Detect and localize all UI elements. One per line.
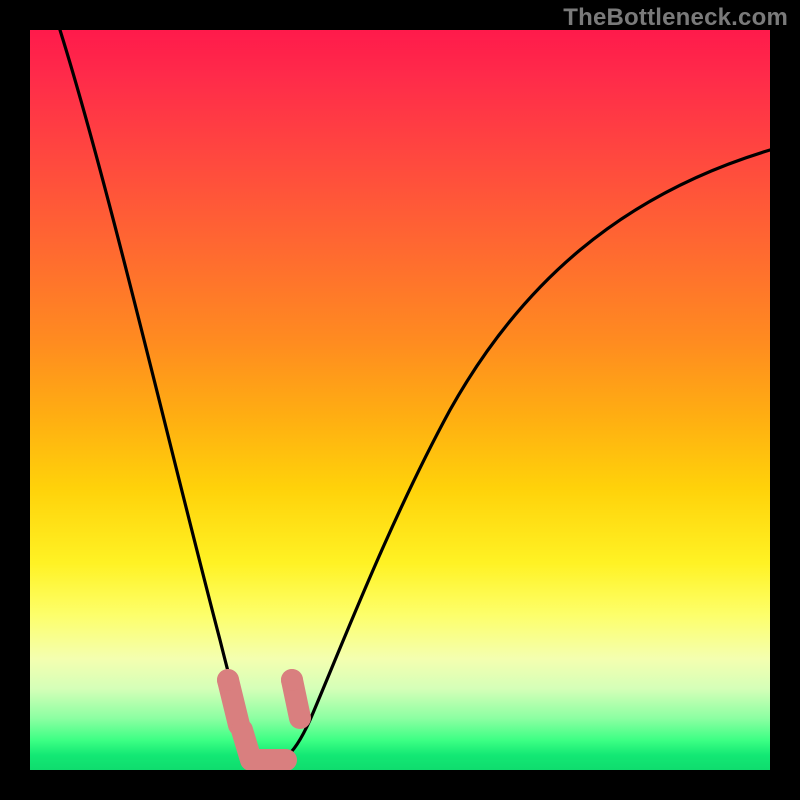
valley-markers	[217, 669, 303, 760]
right-marker-cap	[281, 669, 303, 691]
plot-area	[30, 30, 770, 770]
valley-l-marker	[242, 730, 286, 760]
bottleneck-curve	[60, 30, 770, 761]
watermark-text: TheBottleneck.com	[563, 4, 788, 32]
left-marker-cap	[217, 669, 239, 691]
curve-layer	[30, 30, 770, 770]
chart-frame: TheBottleneck.com	[0, 0, 800, 800]
